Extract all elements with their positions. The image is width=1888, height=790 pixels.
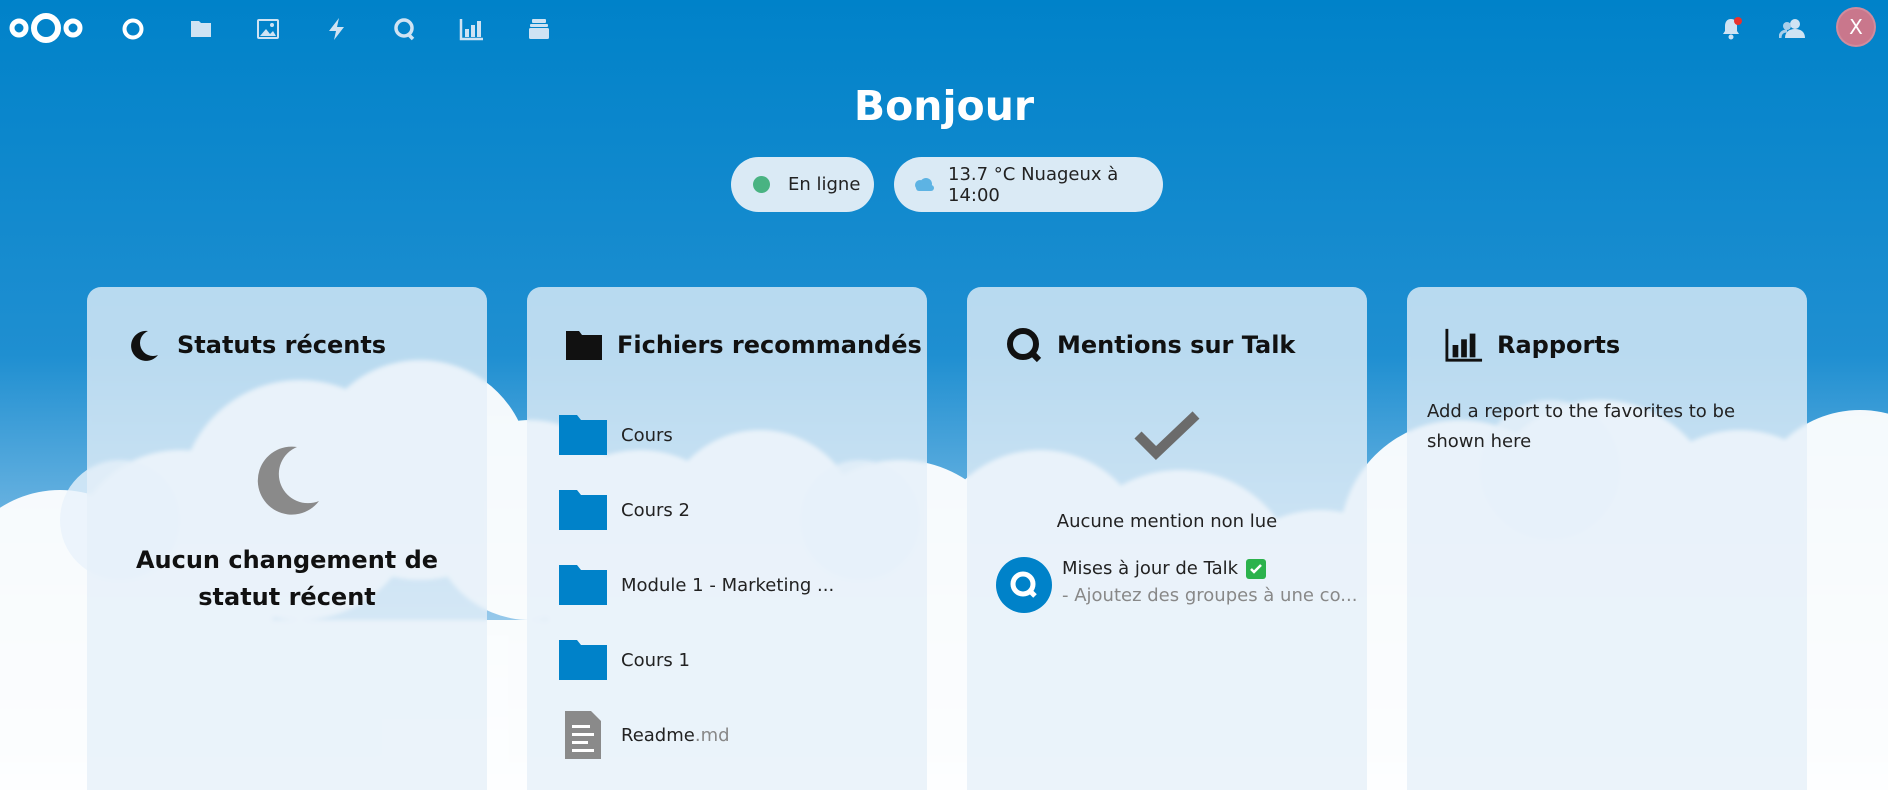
folder-icon bbox=[557, 412, 609, 458]
nextcloud-logo[interactable] bbox=[6, 8, 86, 48]
dashboard-icon[interactable] bbox=[118, 14, 148, 44]
talk-conversation-item[interactable]: Mises à jour de Talk - Ajoutez des group… bbox=[996, 555, 1358, 617]
user-avatar[interactable]: X bbox=[1836, 7, 1876, 47]
conversation-preview: - Ajoutez des groupes à une co... bbox=[1062, 585, 1358, 606]
weather-label: 13.7 °C Nuageux à 14:00 bbox=[948, 163, 1119, 206]
folder-icon bbox=[565, 326, 603, 364]
file-name: Cours 2 bbox=[621, 499, 690, 521]
recent-statuses-widget: Statuts récents Aucun changement de stat… bbox=[87, 287, 487, 790]
photos-icon[interactable] bbox=[253, 14, 283, 44]
file-extension: .md bbox=[694, 724, 730, 746]
folder-icon bbox=[557, 562, 609, 608]
list-item[interactable]: Readme .md bbox=[557, 710, 907, 760]
list-item[interactable]: Cours 1 bbox=[557, 635, 907, 685]
top-header: X bbox=[0, 0, 1888, 58]
status-label: En ligne bbox=[788, 174, 861, 195]
talk-mentions-widget: Mentions sur Talk Aucune mention non lue… bbox=[967, 287, 1367, 790]
online-status-icon bbox=[753, 176, 770, 193]
checkmark-icon bbox=[1132, 409, 1202, 464]
widget-title: Fichiers recommandés bbox=[617, 331, 922, 359]
document-icon bbox=[557, 711, 609, 759]
check-badge-icon bbox=[1246, 558, 1267, 579]
file-name: Cours 1 bbox=[621, 649, 690, 671]
list-item[interactable]: Cours 2 bbox=[557, 485, 907, 535]
conversation-title: Mises à jour de Talk bbox=[1062, 558, 1267, 579]
list-item[interactable]: Cours bbox=[557, 410, 907, 460]
reports-widget: Rapports Add a report to the favorites t… bbox=[1407, 287, 1807, 790]
file-name: Module 1 - Marketing ... bbox=[621, 574, 835, 596]
greeting-title: Bonjour bbox=[853, 82, 1035, 130]
file-name: Readme bbox=[621, 724, 695, 746]
analytics-icon[interactable] bbox=[457, 14, 487, 44]
status-button[interactable]: En ligne bbox=[731, 157, 874, 212]
talk-icon bbox=[1005, 326, 1043, 364]
notifications-icon[interactable] bbox=[1716, 14, 1746, 44]
analytics-icon bbox=[1445, 326, 1483, 364]
folder-icon bbox=[557, 637, 609, 683]
activity-icon[interactable] bbox=[322, 14, 352, 44]
empty-message: Aucune mention non lue bbox=[1056, 511, 1278, 532]
talk-icon[interactable] bbox=[389, 14, 419, 44]
list-item[interactable]: Module 1 - Marketing ... bbox=[557, 560, 907, 610]
widget-title: Mentions sur Talk bbox=[1057, 331, 1296, 359]
cloud-icon bbox=[912, 176, 936, 194]
conversation-name: Mises à jour de Talk bbox=[1062, 558, 1239, 579]
weather-button[interactable]: 13.7 °C Nuageux à 14:00 bbox=[894, 157, 1163, 212]
reports-empty-text: Add a report to the favorites to be show… bbox=[1427, 401, 1736, 452]
widget-header: Statuts récents bbox=[87, 327, 487, 363]
widget-title: Rapports bbox=[1497, 331, 1621, 359]
folder-icon bbox=[557, 487, 609, 533]
moon-icon bbox=[125, 326, 163, 364]
widget-header: Mentions sur Talk bbox=[967, 327, 1367, 363]
widget-header: Rapports bbox=[1407, 327, 1807, 363]
empty-message: Aucun changement de statut récent bbox=[135, 546, 439, 611]
files-icon[interactable] bbox=[186, 14, 216, 44]
widget-header: Fichiers recommandés bbox=[527, 327, 927, 363]
talk-avatar bbox=[996, 557, 1052, 613]
contacts-icon[interactable] bbox=[1778, 14, 1808, 44]
widget-title: Statuts récents bbox=[177, 331, 387, 359]
file-name: Cours bbox=[621, 424, 673, 446]
moon-icon bbox=[247, 439, 327, 519]
deck-icon[interactable] bbox=[524, 14, 554, 44]
recommended-files-widget: Fichiers recommandés Cours Cours 2 Modul… bbox=[527, 287, 927, 790]
